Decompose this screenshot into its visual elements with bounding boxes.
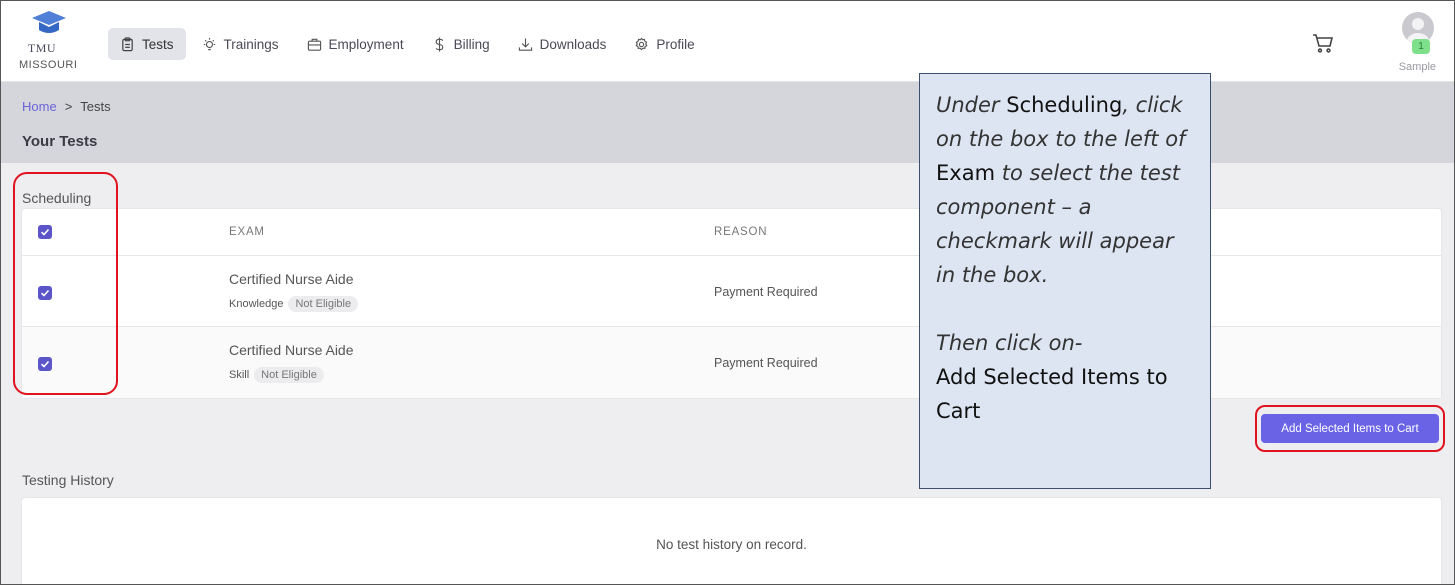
breadcrumb-separator: >: [64, 99, 73, 114]
exam-type: Skill: [229, 369, 250, 381]
nav-profile-label: Profile: [656, 36, 695, 52]
lightbulb-icon: [203, 37, 215, 50]
callout-text-1: Under: [936, 93, 1007, 117]
nav-downloads[interactable]: Downloads: [506, 28, 619, 60]
nav-tests[interactable]: Tests: [108, 28, 186, 60]
nav-tests-label: Tests: [142, 36, 174, 52]
reason-text: Payment Required: [714, 285, 818, 299]
nav-profile[interactable]: Profile: [622, 28, 706, 60]
gear-icon: [635, 37, 648, 50]
cart-count-badge: 1: [1412, 39, 1430, 54]
table-row: Certified Nurse Aide Knowledge Not Eligi…: [22, 256, 1441, 327]
table-header-row: EXAM REASON: [22, 209, 1441, 256]
breadcrumb-home[interactable]: Home: [22, 99, 57, 114]
callout-text-4: Then click on-: [936, 331, 1083, 355]
checkbox-highlight-annotation: [13, 172, 118, 395]
scheduling-table: EXAM REASON Certified Nurse Aide Knowled…: [22, 209, 1441, 398]
username[interactable]: Sample: [1399, 61, 1436, 73]
exam-details: Skill Not Eligible: [229, 367, 324, 383]
bracket-gap-top: [35, 169, 99, 174]
app-window: TMU MISSOURI Tests Trainings Employment …: [0, 0, 1455, 585]
nav-billing-label: Billing: [453, 36, 490, 52]
nav-trainings[interactable]: Trainings: [190, 28, 291, 60]
breadcrumb-current: Tests: [80, 99, 111, 114]
exam-details: Knowledge Not Eligible: [229, 296, 359, 312]
status-badge: Not Eligible: [288, 296, 359, 312]
main-nav: Tests Trainings Employment Billing Downl…: [108, 28, 707, 60]
page-header: Home > Tests Your Tests: [1, 82, 1454, 163]
nav-employment[interactable]: Employment: [295, 28, 416, 60]
callout-keyword-exam: Exam: [936, 161, 996, 185]
nav-trainings-label: Trainings: [223, 36, 279, 52]
logo-state: MISSOURI: [19, 59, 78, 71]
callout-keyword-scheduling: Scheduling: [1006, 93, 1123, 117]
logo-text: TMU: [27, 41, 57, 55]
nav-billing[interactable]: Billing: [420, 28, 502, 60]
exam-type: Knowledge: [229, 298, 284, 310]
download-icon: [518, 37, 532, 51]
cart-icon[interactable]: [1311, 31, 1335, 55]
empty-history-message: No test history on record.: [656, 537, 807, 552]
callout-keyword-add-button: Add Selected Items to Cart: [936, 365, 1168, 423]
page-title: Your Tests: [22, 133, 98, 150]
table-row: Certified Nurse Aide Skill Not Eligible …: [22, 327, 1441, 398]
status-badge: Not Eligible: [254, 367, 324, 383]
reason-text: Payment Required: [714, 356, 818, 370]
column-header-exam: EXAM: [229, 226, 265, 238]
top-navbar: TMU MISSOURI Tests Trainings Employment …: [1, 1, 1454, 82]
logo[interactable]: TMU MISSOURI: [19, 9, 79, 77]
nav-downloads-label: Downloads: [539, 36, 607, 52]
exam-name: Certified Nurse Aide: [229, 342, 354, 358]
breadcrumb: Home > Tests: [22, 99, 111, 114]
briefcase-icon: [307, 38, 321, 51]
clipboard-icon: [122, 36, 133, 51]
graduation-cap-icon: [32, 11, 66, 33]
instruction-callout: Under Scheduling, click on the box to th…: [919, 73, 1211, 489]
add-button-highlight-annotation: [1255, 405, 1445, 452]
testing-history-label: Testing History: [22, 472, 114, 488]
column-header-reason: REASON: [714, 226, 768, 238]
dollar-icon: [435, 36, 443, 52]
testing-history-panel: No test history on record.: [22, 498, 1441, 584]
exam-name: Certified Nurse Aide: [229, 271, 354, 287]
nav-employment-label: Employment: [328, 36, 404, 52]
